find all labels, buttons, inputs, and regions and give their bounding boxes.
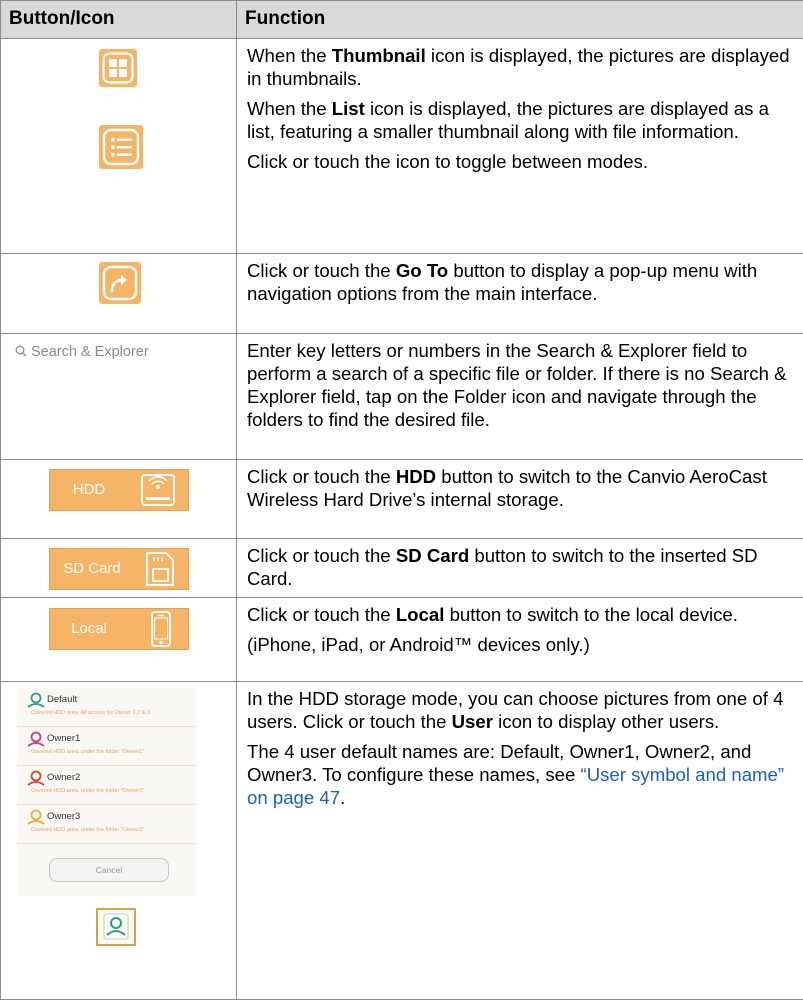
- user-menu: Default Covered HDD area. All access for…: [17, 688, 197, 896]
- user-note: Covered HDD area, under the folder "Owne…: [31, 749, 144, 755]
- user-item-owner3[interactable]: Owner3 Covered HDD area, under the folde…: [17, 805, 197, 844]
- icon-cell: Search & Explorer: [1, 334, 237, 460]
- thumbnail-icon[interactable]: [99, 49, 137, 87]
- user-note: Covered HDD area. All access for Owner 1…: [31, 710, 150, 716]
- paragraph: Click or touch the HDD button to switch …: [247, 465, 791, 511]
- cancel-row: Cancel: [17, 844, 197, 896]
- paragraph: Click or touch the icon to toggle betwee…: [247, 150, 791, 173]
- icon-cell: Local: [1, 598, 237, 682]
- phone-icon: [146, 610, 176, 648]
- table-header-row: Button/Icon Function: [1, 1, 803, 39]
- icon-cell: [1, 254, 237, 334]
- table-row: Click or touch the Go To button to displ…: [1, 254, 803, 334]
- paragraph: Click or touch the Go To button to displ…: [247, 259, 791, 305]
- hard-drive-icon: [138, 472, 178, 508]
- paragraph: In the HDD storage mode, you can choose …: [247, 687, 791, 733]
- table-row: SD Card Click or touch the SD Card butto…: [1, 539, 803, 598]
- table-row: Local Click or touch the Local button to…: [1, 598, 803, 682]
- function-table: Button/Icon Function: [0, 0, 803, 1000]
- paragraph: When the List icon is displayed, the pic…: [247, 97, 791, 143]
- user-icon: [27, 770, 45, 786]
- function-cell: Click or touch the Go To button to displ…: [237, 254, 803, 334]
- paragraph: The 4 user default names are: Default, O…: [247, 740, 791, 809]
- icon-cell: Default Covered HDD area. All access for…: [1, 682, 237, 1000]
- table-row: HDD Click or touch the HDD button to swi…: [1, 460, 803, 539]
- user-name: Default: [47, 694, 77, 705]
- user-icon: [27, 692, 45, 708]
- hdd-button[interactable]: HDD: [49, 469, 189, 511]
- user-icon: [27, 731, 45, 747]
- table-row: Search & Explorer Enter key letters or n…: [1, 334, 803, 460]
- table-row: When the Thumbnail icon is displayed, th…: [1, 39, 803, 254]
- hdd-button-label: HDD: [50, 470, 128, 510]
- search-field[interactable]: Search & Explorer: [15, 344, 149, 360]
- user-name: Owner1: [47, 733, 80, 744]
- sd-card-icon: [142, 550, 178, 588]
- header-function: Function: [237, 1, 803, 39]
- function-cell: When the Thumbnail icon is displayed, th…: [237, 39, 803, 254]
- function-cell: In the HDD storage mode, you can choose …: [237, 682, 803, 1000]
- cancel-button[interactable]: Cancel: [49, 858, 169, 882]
- function-cell: Click or touch the SD Card button to swi…: [237, 539, 803, 598]
- user-item-owner1[interactable]: Owner1 Covered HDD area, under the folde…: [17, 727, 197, 766]
- function-cell: Click or touch the Local button to switc…: [237, 598, 803, 682]
- paragraph: (iPhone, iPad, or Android™ devices only.…: [247, 633, 791, 656]
- search-label: Search & Explorer: [31, 344, 149, 360]
- icon-cell: SD Card: [1, 539, 237, 598]
- table-row: Default Covered HDD area. All access for…: [1, 682, 803, 1000]
- search-icon: [15, 345, 27, 357]
- paragraph: Click or touch the Local button to switc…: [247, 603, 791, 626]
- paragraph: Enter key letters or numbers in the Sear…: [247, 339, 791, 431]
- sd-card-button-label: SD Card: [50, 549, 134, 589]
- local-button[interactable]: Local: [49, 608, 189, 650]
- user-icon: [98, 910, 134, 944]
- paragraph: Click or touch the SD Card button to swi…: [247, 544, 791, 590]
- icon-cell: [1, 39, 237, 254]
- user-note: Covered HDD area, under the folder "Owne…: [31, 788, 144, 794]
- user-button[interactable]: [96, 908, 136, 946]
- go-to-icon[interactable]: [99, 262, 141, 304]
- icon-cell: HDD: [1, 460, 237, 539]
- user-item-default[interactable]: Default Covered HDD area. All access for…: [17, 688, 197, 727]
- user-item-owner2[interactable]: Owner2 Covered HDD area, under the folde…: [17, 766, 197, 805]
- user-note: Covered HDD area, under the folder "Owne…: [31, 827, 144, 833]
- list-icon[interactable]: [99, 125, 143, 169]
- function-cell: Enter key letters or numbers in the Sear…: [237, 334, 803, 460]
- user-name: Owner3: [47, 811, 80, 822]
- header-button-icon: Button/Icon: [1, 1, 237, 39]
- user-icon: [27, 809, 45, 825]
- local-button-label: Local: [50, 609, 128, 649]
- user-name: Owner2: [47, 772, 80, 783]
- paragraph: When the Thumbnail icon is displayed, th…: [247, 44, 791, 90]
- function-cell: Click or touch the HDD button to switch …: [237, 460, 803, 539]
- sd-card-button[interactable]: SD Card: [49, 548, 189, 590]
